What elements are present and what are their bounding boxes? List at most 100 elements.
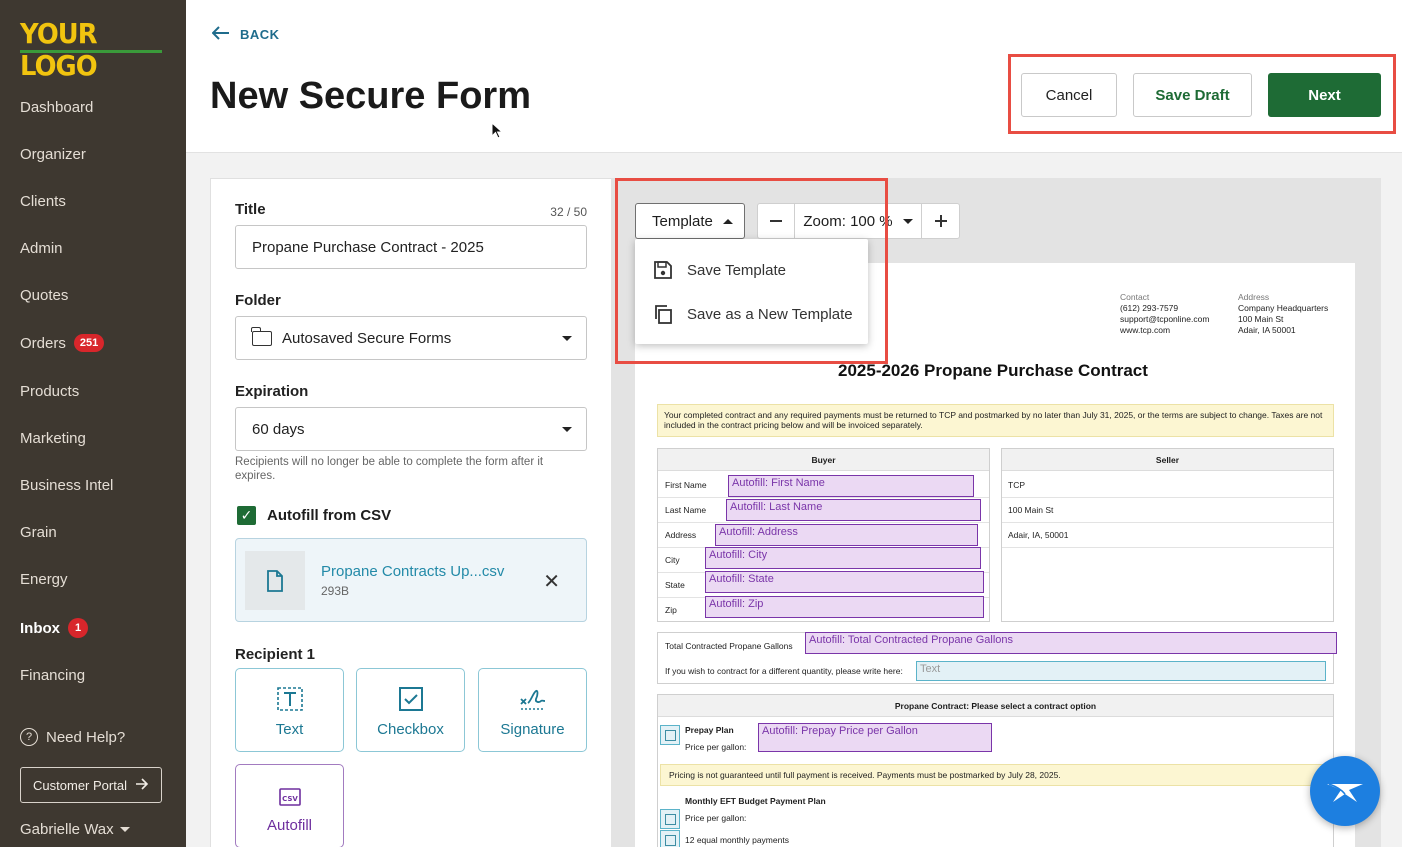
recipient-label: Recipient 1: [235, 646, 316, 663]
orders-count-badge: 251: [73, 334, 105, 352]
autofill-field[interactable]: Autofill: Address: [715, 524, 978, 546]
user-name: Gabrielle Wax: [20, 821, 114, 838]
arrow-left-icon: [211, 26, 230, 43]
nav-clients[interactable]: Clients: [20, 193, 66, 210]
nav-financing[interactable]: Financing: [20, 667, 85, 684]
tile-label: Signature: [500, 721, 565, 738]
tile-label: Text: [275, 721, 304, 738]
form-settings-panel: Title 32 / 50 Propane Purchase Contract …: [210, 178, 612, 847]
plane-icon: [1327, 783, 1363, 802]
remove-file-icon[interactable]: ✕: [543, 569, 560, 594]
checkbox-icon: [398, 687, 423, 711]
nav-products[interactable]: Products: [20, 383, 79, 400]
assistant-fab-button[interactable]: [1310, 756, 1380, 826]
cancel-button[interactable]: Cancel: [1021, 73, 1117, 117]
prepay-checkbox[interactable]: [660, 725, 680, 745]
autofill-field[interactable]: Autofill: Total Contracted Propane Gallo…: [805, 632, 1337, 654]
contact-caption: Contact: [1120, 292, 1150, 302]
file-icon: [245, 551, 305, 610]
highlight-box-template-menu: [615, 178, 888, 364]
file-size: 293B: [321, 584, 350, 598]
nav-label: Grain: [20, 524, 57, 541]
doc-contact-block: Contact (612) 293-7579 support@tcponline…: [1120, 292, 1209, 336]
autofill-csv-checkbox[interactable]: ✓ Autofill from CSV: [237, 506, 391, 525]
eft-price-label: Price per gallon:: [685, 813, 747, 823]
nav-dashboard[interactable]: Dashboard: [20, 99, 93, 116]
doc-notice: Your completed contract and any required…: [657, 404, 1334, 437]
title-input-value: Propane Purchase Contract - 2025: [252, 238, 484, 256]
portal-label: Customer Portal: [33, 777, 127, 793]
expiration-label: Expiration: [235, 383, 309, 400]
nav-label: Organizer: [20, 146, 86, 163]
nav-inbox[interactable]: Inbox 1: [20, 618, 88, 638]
title-input[interactable]: Propane Purchase Contract - 2025: [235, 225, 587, 269]
nav-label: Quotes: [20, 287, 69, 304]
nav-admin[interactable]: Admin: [20, 240, 63, 257]
autofill-field[interactable]: Autofill: Prepay Price per Gallon: [758, 723, 992, 752]
expiration-hint: Recipients will no longer be able to com…: [235, 456, 544, 482]
contract-option-heading: Propane Contract: Please select a contra…: [658, 695, 1333, 717]
eft-payments-checkbox[interactable]: [660, 830, 680, 847]
folder-icon: [251, 326, 272, 346]
buyer-row-label: Address: [665, 530, 697, 540]
text-field-tile[interactable]: Text: [235, 668, 344, 752]
seller-row: Adair, IA, 50001: [1008, 530, 1069, 540]
dropdown-arrow-icon: [562, 427, 572, 432]
seller-row: 100 Main St: [1008, 505, 1054, 515]
contact-line: support@tcponline.com: [1120, 314, 1210, 324]
question-icon: ?: [20, 728, 38, 746]
nav-label: Energy: [20, 571, 68, 588]
need-help-link[interactable]: ? Need Help?: [20, 728, 125, 746]
text-field-icon: [276, 687, 303, 711]
eft-payments-label: 12 equal monthly payments: [685, 835, 789, 845]
logo-underline: [20, 50, 162, 53]
autofill-field[interactable]: Autofill: First Name: [728, 475, 974, 497]
nav-label: Products: [20, 383, 80, 400]
user-menu[interactable]: Gabrielle Wax: [20, 821, 130, 838]
expiration-select[interactable]: 60 days: [235, 407, 587, 451]
buyer-row-label: Last Name: [665, 505, 707, 515]
nav-label: Marketing: [20, 430, 86, 447]
signature-field-tile[interactable]: Signature: [478, 668, 587, 752]
page-title: New Secure Form: [210, 75, 531, 117]
dropdown-arrow-icon: [562, 336, 572, 341]
next-button[interactable]: Next: [1268, 73, 1381, 117]
nav-business-intel[interactable]: Business Intel: [20, 477, 113, 494]
autofill-field[interactable]: Autofill: State: [705, 571, 984, 593]
nav-grain[interactable]: Grain: [20, 524, 57, 541]
nav-energy[interactable]: Energy: [20, 571, 68, 588]
pricing-note: Pricing is not guaranteed until full pay…: [660, 764, 1334, 786]
doc-address-block: Address Company Headquarters 100 Main St…: [1238, 292, 1328, 336]
checkbox-field-tile[interactable]: Checkbox: [356, 668, 465, 752]
chevron-down-icon: [119, 827, 130, 832]
nav-quotes[interactable]: Quotes: [20, 287, 68, 304]
tile-label: Autofill: [266, 817, 313, 834]
nav-label: Financing: [20, 667, 86, 684]
uploaded-file-card: Propane Contracts Up...csv 293B ✕: [235, 538, 587, 622]
eft-checkbox[interactable]: [660, 809, 680, 829]
autofill-field[interactable]: Autofill: Last Name: [726, 499, 981, 521]
inbox-count-badge: 1: [68, 618, 88, 638]
autofill-field[interactable]: Autofill: City: [705, 547, 981, 569]
buyer-row-label: State: [665, 580, 685, 590]
chevron-down-icon: [902, 218, 913, 224]
zoom-in-button[interactable]: [922, 204, 959, 238]
autofill-csv-label: Autofill from CSV: [267, 507, 392, 524]
file-name-link[interactable]: Propane Contracts Up...csv: [321, 563, 504, 580]
nav-marketing[interactable]: Marketing: [20, 430, 86, 447]
expiration-select-value: 60 days: [252, 420, 305, 438]
text-field[interactable]: Text: [916, 661, 1326, 681]
nav-label: Orders: [20, 334, 66, 352]
address-line: Adair, IA 50001: [1238, 325, 1296, 335]
nav-orders[interactable]: Orders 251: [20, 334, 105, 352]
autofill-field-tile[interactable]: CSV Autofill: [235, 764, 344, 847]
nav-label: Clients: [20, 193, 66, 210]
back-link[interactable]: BACK: [211, 26, 280, 43]
customer-portal-button[interactable]: Customer Portal: [20, 767, 162, 803]
nav-organizer[interactable]: Organizer: [20, 146, 86, 163]
contact-line: (612) 293-7579: [1120, 303, 1179, 313]
autofill-field[interactable]: Autofill: Zip: [705, 596, 984, 618]
folder-select[interactable]: Autosaved Secure Forms: [235, 316, 587, 360]
buyer-row-label: First Name: [665, 480, 707, 490]
save-draft-button[interactable]: Save Draft: [1133, 73, 1252, 117]
